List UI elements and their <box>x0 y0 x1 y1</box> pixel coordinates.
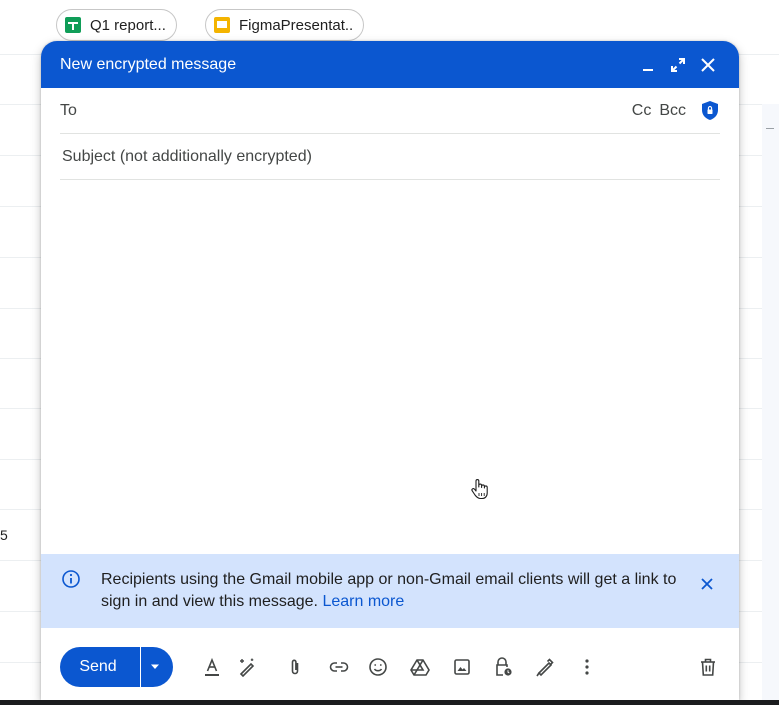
close-button[interactable] <box>693 50 723 80</box>
send-options-button[interactable] <box>141 647 173 687</box>
to-label: To <box>60 101 77 119</box>
compose-title: New encrypted message <box>60 55 237 73</box>
minimize-button[interactable] <box>633 50 663 80</box>
compose-header[interactable]: New encrypted message <box>41 41 739 88</box>
emoji-icon <box>369 658 387 676</box>
insert-link-button[interactable] <box>327 655 351 679</box>
row-partial-value: 5 <box>0 527 8 543</box>
bcc-button[interactable]: Bcc <box>659 102 686 120</box>
attachment-name: Q1 report... <box>90 16 166 34</box>
attachment-chip-q1-report[interactable]: Q1 report... <box>56 9 177 41</box>
cc-button[interactable]: Cc <box>632 102 652 120</box>
minimize-icon <box>643 68 653 71</box>
discard-draft-button[interactable] <box>696 655 720 679</box>
attachment-name: FigmaPresentat.. <box>239 16 354 34</box>
ai-write-icon <box>239 658 255 677</box>
info-icon <box>62 570 80 588</box>
hand-cursor-icon <box>471 479 488 500</box>
attachment-chip-figma-presentation[interactable]: FigmaPresentat.. <box>205 9 365 41</box>
discard-icon <box>701 658 715 676</box>
encryption-info-banner: Recipients using the Gmail mobile app or… <box>41 554 739 628</box>
insert-photo-button[interactable] <box>450 655 474 679</box>
subject-input[interactable] <box>60 146 720 167</box>
subject-field-row[interactable] <box>60 134 720 180</box>
to-field-row[interactable]: To Cc Bcc <box>60 88 720 134</box>
banner-message: Recipients using the Gmail mobile app or… <box>101 569 685 613</box>
google-slides-icon <box>214 17 230 33</box>
screen-bottom-edge <box>0 700 779 705</box>
google-sheets-icon <box>65 17 81 33</box>
right-side-panel <box>762 104 779 700</box>
compose-window: New encrypted message To Cc Bcc Subject … <box>41 41 739 700</box>
attach-files-button[interactable] <box>283 655 307 679</box>
insert-signature-button[interactable] <box>533 655 557 679</box>
expand-button[interactable] <box>663 50 693 80</box>
send-button[interactable]: Send <box>60 647 140 687</box>
message-body[interactable] <box>60 186 720 546</box>
compose-toolbar: Send <box>41 628 739 700</box>
attach-icon <box>291 659 299 675</box>
help-me-write-button[interactable] <box>235 655 259 679</box>
insert-link-icon <box>329 662 349 672</box>
signature-icon <box>536 658 554 677</box>
learn-more-link[interactable]: Learn more <box>322 593 404 610</box>
formatting-options-button[interactable] <box>200 655 224 679</box>
caret-down-icon <box>151 664 159 669</box>
insert-from-drive-button[interactable] <box>408 655 432 679</box>
insert-emoji-button[interactable] <box>366 655 390 679</box>
to-input[interactable] <box>76 100 624 121</box>
side-panel-marker <box>766 128 774 129</box>
more-options-icon <box>585 659 589 675</box>
send-button-group: Send <box>60 647 173 687</box>
close-icon <box>701 578 713 590</box>
expand-icon <box>671 57 685 72</box>
insert-photo-icon <box>454 659 470 675</box>
banner-dismiss-button[interactable] <box>695 572 719 596</box>
confidential-mode-button[interactable] <box>491 655 515 679</box>
encryption-shield-button[interactable] <box>702 101 720 121</box>
google-drive-icon <box>410 659 430 676</box>
close-icon <box>701 57 715 72</box>
format-text-icon <box>205 657 219 676</box>
confidential-mode-icon <box>496 657 512 676</box>
more-options-button[interactable] <box>575 655 599 679</box>
encryption-shield-icon <box>702 101 718 120</box>
